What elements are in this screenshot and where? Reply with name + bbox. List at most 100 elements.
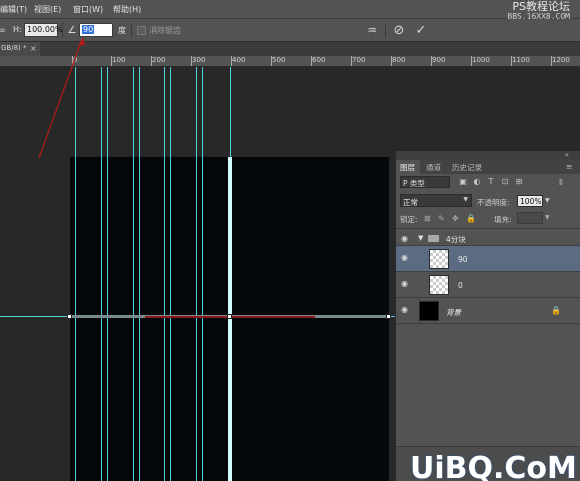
adjustment-filter-icon[interactable]: ◐	[472, 176, 482, 187]
vertical-guide[interactable]	[202, 67, 203, 481]
blend-mode-select[interactable]: 正常 ▼	[400, 194, 472, 207]
fill-dropdown-icon[interactable]: ▼	[545, 214, 550, 221]
ruler-label: 0	[73, 56, 78, 64]
separator	[385, 23, 386, 38]
type-filter-icon[interactable]: T	[486, 176, 496, 187]
menu-view[interactable]: 视图(E)	[34, 4, 61, 15]
angle-icon: ∠	[67, 25, 77, 36]
vertical-guide[interactable]	[139, 67, 140, 481]
transform-handle-right[interactable]	[386, 314, 391, 319]
ruler-label: 300	[192, 56, 206, 64]
ruler-tick	[111, 56, 112, 66]
ruler-label: 700	[352, 56, 366, 64]
ruler-label: 100	[112, 56, 126, 64]
angle-value: 90	[82, 25, 95, 34]
ruler-label: 400	[232, 56, 246, 64]
tab-history[interactable]: 历史记录	[452, 162, 482, 173]
angle-input[interactable]: 90	[79, 23, 113, 37]
blend-mode-value: 正常	[403, 198, 418, 207]
height-input[interactable]: 100.00%	[24, 23, 63, 37]
panel-footer: UiBQ.CoM	[396, 446, 580, 481]
pixel-filter-icon[interactable]: ▣	[458, 176, 468, 187]
filter-toggle-icon[interactable]: ▮	[556, 176, 566, 187]
fill-input	[517, 212, 543, 224]
layer-thumbnail	[419, 301, 439, 321]
eye-icon[interactable]: ◉	[401, 235, 411, 243]
panel-divider	[396, 228, 580, 229]
transform-handle-left[interactable]	[67, 314, 72, 319]
collapse-icon[interactable]: »	[565, 151, 569, 159]
menu-window[interactable]: 窗口(W)	[73, 4, 103, 15]
options-bar: ∞ H: 100.00% ∠ 90 度 消除锯齿 ♒ ⊘ ✓	[0, 19, 580, 42]
ruler-tick	[151, 56, 152, 66]
layer-name: 0	[458, 281, 463, 290]
ruler-tick	[271, 56, 272, 66]
vertical-guide[interactable]	[133, 67, 134, 481]
warp-icon[interactable]: ♒	[364, 23, 380, 39]
ruler-tick	[431, 56, 432, 66]
lock-icon: 🔒	[551, 306, 561, 315]
ruler-tick	[471, 56, 472, 66]
eye-icon[interactable]: ◉	[401, 280, 411, 288]
ruler-label: 900	[432, 56, 446, 64]
ruler-label: 500	[272, 56, 286, 64]
layer-item[interactable]: ◉ 0	[396, 272, 580, 298]
menu-help[interactable]: 帮助(H)	[113, 4, 141, 15]
vertical-guide[interactable]	[107, 67, 108, 481]
document-tab[interactable]: GB/8) * ×	[0, 42, 40, 56]
shape-filter-icon[interactable]: ⊡	[500, 176, 510, 187]
panel-menu-icon[interactable]: ≡	[566, 162, 572, 171]
disclosure-triangle-icon[interactable]: ▼	[418, 234, 423, 242]
vertical-guide[interactable]	[196, 67, 197, 481]
tab-layers[interactable]: 图层	[400, 162, 415, 173]
lock-transparent-icon[interactable]: ⊠	[424, 214, 431, 223]
angle-unit: 度	[118, 26, 126, 35]
vertical-guide[interactable]	[101, 67, 102, 481]
lock-position-icon[interactable]: ✥	[452, 214, 459, 223]
layers-panel: » 图层 通道 历史记录 ≡ P 类型 ▣ ◐ T ⊡ ⊞ ▮ 正常 ▼ 不透明…	[395, 151, 580, 481]
eye-icon[interactable]: ◉	[401, 306, 411, 314]
ruler-label: 600	[312, 56, 326, 64]
vertical-guide[interactable]	[164, 67, 165, 481]
uibq-logo: UiBQ.CoM	[410, 451, 577, 481]
close-icon[interactable]: ×	[30, 44, 37, 53]
eye-icon[interactable]: ◉	[401, 254, 411, 262]
ruler-tick	[191, 56, 192, 66]
antialias-label: 消除锯齿	[149, 26, 181, 35]
layer-name: 背景	[446, 308, 461, 317]
lock-label: 锁定:	[400, 215, 418, 224]
smart-object-filter-icon[interactable]: ⊞	[514, 176, 524, 187]
tab-channels[interactable]: 通道	[426, 162, 441, 173]
layer-filter-select[interactable]: P 类型	[400, 176, 450, 188]
separator	[62, 23, 63, 38]
panel-collapse-bar[interactable]: »	[396, 151, 580, 160]
vertical-guide[interactable]	[170, 67, 171, 481]
layer-name: 90	[458, 255, 468, 264]
transform-handle-center[interactable]	[227, 314, 232, 319]
transformed-layer-line	[228, 157, 232, 481]
lock-all-icon[interactable]: 🔒	[466, 214, 476, 223]
layer-name: 4分块	[446, 235, 466, 244]
link-icon[interactable]: ∞	[0, 23, 10, 39]
horizontal-ruler[interactable]: 0 100 200 300 400 500 600 700 800 900 10…	[0, 56, 580, 67]
ruler-label: 1200	[552, 56, 570, 64]
layer-group[interactable]: ◉ ▼ 4分块	[396, 231, 580, 246]
watermark-title: PS教程论坛	[512, 0, 570, 13]
opacity-input[interactable]: 100%	[517, 195, 543, 207]
ruler-tick	[72, 56, 73, 66]
cancel-transform-icon[interactable]: ⊘	[391, 23, 407, 39]
chevron-down-icon: ▼	[463, 196, 468, 203]
menu-edit[interactable]: 编辑(T)	[0, 4, 27, 15]
lock-image-icon[interactable]: ✎	[438, 214, 445, 223]
ruler-tick	[551, 56, 552, 66]
layer-item-background[interactable]: ◉ 背景 🔒	[396, 298, 580, 324]
antialias-checkbox[interactable]	[137, 26, 146, 35]
layer-item-selected[interactable]: ◉ 90	[396, 246, 580, 272]
fill-label: 填充:	[494, 215, 512, 224]
ruler-tick	[311, 56, 312, 66]
commit-transform-icon[interactable]: ✓	[413, 23, 429, 39]
folder-icon	[428, 235, 439, 242]
ruler-label: 800	[392, 56, 406, 64]
opacity-dropdown-icon[interactable]: ▼	[545, 197, 550, 204]
vertical-guide[interactable]	[75, 67, 76, 481]
